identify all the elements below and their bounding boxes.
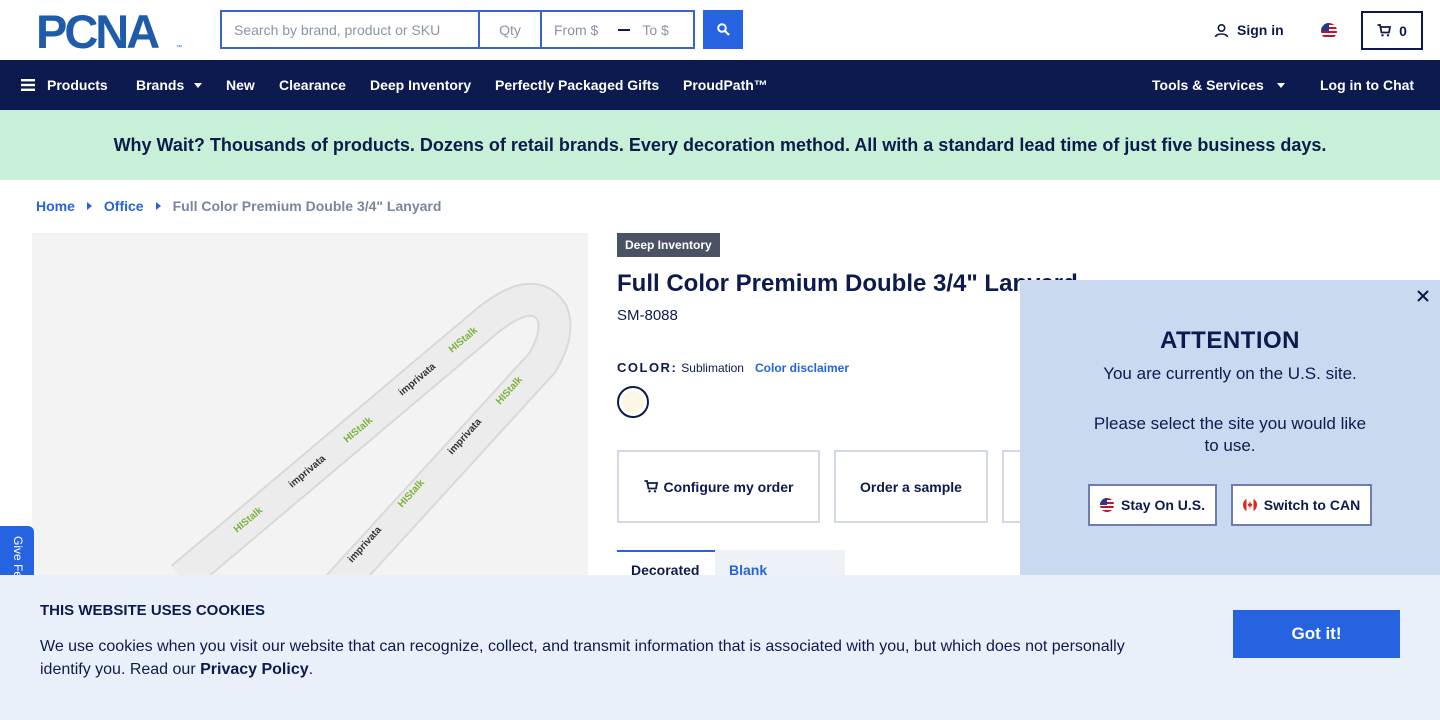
- canada-flag-icon: [1242, 498, 1257, 512]
- price-range-input[interactable]: From $ To $: [540, 10, 695, 49]
- color-disclaimer-link[interactable]: Color disclaimer: [755, 361, 849, 375]
- nav-item-new[interactable]: New: [226, 60, 255, 110]
- nav-tools-services[interactable]: Tools & Services: [1152, 60, 1285, 110]
- sign-in-label: Sign in: [1237, 22, 1284, 38]
- nav-tools-label: Tools & Services: [1152, 77, 1264, 93]
- cart-icon: [644, 480, 658, 493]
- swatch-fill: [622, 391, 644, 413]
- nav-products-label: Products: [47, 77, 108, 93]
- search-input[interactable]: Search by brand, product or SKU: [220, 10, 478, 49]
- search-button[interactable]: [703, 10, 743, 49]
- qty-input[interactable]: Qty: [478, 10, 540, 49]
- color-row: COLOR: Sublimation Color disclaimer: [617, 360, 849, 375]
- nav-products[interactable]: Products: [21, 60, 108, 110]
- nav-brands[interactable]: Brands: [136, 60, 203, 110]
- cookie-text-end: .: [308, 661, 314, 678]
- breadcrumb-separator-icon: [155, 202, 161, 210]
- main-nav: Products Brands New Clearance Deep Inven…: [0, 60, 1440, 110]
- order-sample-label: Order a sample: [860, 478, 962, 495]
- svg-text:™: ™: [176, 44, 182, 51]
- stay-on-us-button[interactable]: Stay On U.S.: [1088, 484, 1217, 526]
- nav-brands-label: Brands: [136, 77, 185, 93]
- stay-on-us-label: Stay On U.S.: [1120, 497, 1206, 513]
- site-selector-modal: ATTENTION You are currently on the U.S. …: [1020, 280, 1440, 576]
- site-header: PCNA ™ Search by brand, product or SKU Q…: [0, 0, 1440, 60]
- search-icon: [716, 23, 730, 36]
- breadcrumb-home[interactable]: Home: [36, 198, 75, 214]
- breadcrumb: Home Office Full Color Premium Double 3/…: [36, 198, 441, 214]
- nav-item-clearance[interactable]: Clearance: [279, 60, 346, 110]
- modal-select-text: Please select the site you would like to…: [1093, 414, 1367, 455]
- cart-count: 0: [1399, 22, 1407, 39]
- promo-banner-text: Why Wait? Thousands of products. Dozens …: [113, 134, 1327, 155]
- us-flag-icon[interactable]: [1321, 23, 1337, 39]
- order-sample-button[interactable]: Order a sample: [834, 450, 988, 523]
- color-swatch-sublimation[interactable]: [617, 386, 649, 418]
- color-label: COLOR:: [617, 360, 678, 375]
- switch-to-can-label: Switch to CAN: [1263, 497, 1361, 513]
- price-from-input[interactable]: From $: [554, 22, 598, 38]
- deep-inventory-badge: Deep Inventory: [617, 233, 720, 257]
- modal-current-site-text: You are currently on the U.S. site.: [1103, 364, 1357, 383]
- pcna-logo[interactable]: PCNA ™: [36, 11, 186, 51]
- configure-order-label: Configure my order: [663, 478, 794, 495]
- cart-icon: [1377, 24, 1392, 37]
- promo-banner: Why Wait? Thousands of products. Dozens …: [0, 110, 1440, 180]
- modal-title: ATTENTION: [1159, 327, 1301, 354]
- switch-to-can-button[interactable]: Switch to CAN: [1231, 484, 1372, 526]
- nav-item-perfectly-packaged-gifts[interactable]: Perfectly Packaged Gifts: [495, 60, 659, 110]
- us-flag-icon: [1099, 498, 1114, 512]
- cookie-title: THIS WEBSITE USES COOKIES: [40, 602, 266, 619]
- cookie-text: We use cookies when you visit our websit…: [40, 635, 1160, 681]
- lanyard-illustration: HIStalk imprivata HIStalk imprivata HISt…: [171, 282, 572, 593]
- cart-button[interactable]: 0: [1361, 11, 1423, 50]
- configure-order-button[interactable]: Configure my order: [617, 450, 820, 523]
- search-bar: Search by brand, product or SKU Qty From…: [220, 10, 695, 49]
- range-dash: [618, 28, 631, 31]
- give-feedback-tab[interactable]: Give Feedback: [0, 526, 34, 617]
- logo-text: PCNA: [36, 11, 159, 51]
- chevron-down-icon: [1276, 82, 1285, 88]
- cookie-accept-button[interactable]: Got it!: [1233, 610, 1400, 658]
- cookie-banner: THIS WEBSITE USES COOKIES We use cookies…: [0, 575, 1440, 720]
- nav-item-proudpath[interactable]: ProudPath™: [683, 60, 768, 110]
- chevron-down-icon: [194, 82, 203, 88]
- sign-in-button[interactable]: Sign in: [1214, 22, 1284, 38]
- product-image[interactable]: HIStalk imprivata HIStalk imprivata HISt…: [32, 233, 588, 593]
- breadcrumb-current: Full Color Premium Double 3/4" Lanyard: [172, 198, 442, 214]
- price-to-input[interactable]: To $: [642, 22, 668, 38]
- user-icon: [1214, 23, 1229, 37]
- nav-login-chat[interactable]: Log in to Chat: [1320, 60, 1414, 110]
- breadcrumb-separator-icon: [86, 202, 92, 210]
- color-value: Sublimation: [681, 361, 744, 375]
- product-sku: SM-8088: [617, 307, 678, 324]
- breadcrumb-office[interactable]: Office: [104, 198, 144, 214]
- close-icon[interactable]: [1416, 289, 1430, 303]
- nav-item-deep-inventory[interactable]: Deep Inventory: [370, 60, 471, 110]
- product-title: Full Color Premium Double 3/4" Lanyard: [617, 270, 1078, 297]
- menu-icon: [21, 79, 35, 91]
- privacy-policy-link[interactable]: Privacy Policy: [200, 661, 309, 678]
